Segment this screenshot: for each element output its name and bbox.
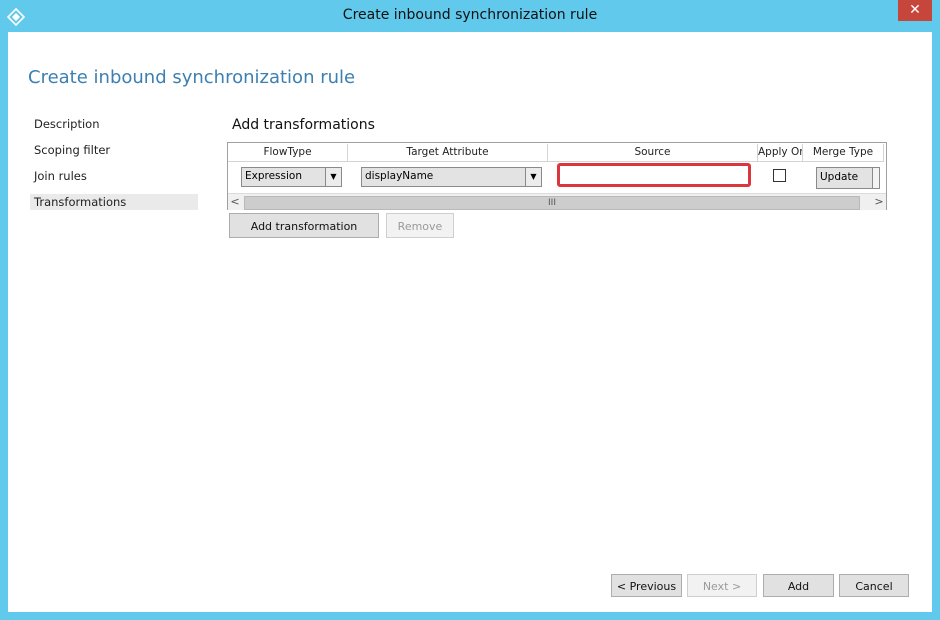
nav-item-description[interactable]: Description — [30, 116, 198, 132]
flowtype-dropdown[interactable]: Expression ▼ — [241, 167, 342, 187]
next-button[interactable]: Next > — [687, 574, 757, 597]
chevron-down-icon[interactable]: ▼ — [525, 168, 541, 186]
close-button[interactable]: ✕ — [898, 0, 932, 21]
column-header-merge-type[interactable]: Merge Type — [803, 144, 884, 162]
target-attribute-value: displayName — [365, 170, 434, 182]
scroll-left-icon[interactable]: < — [228, 194, 242, 210]
window-frame-right — [932, 32, 940, 620]
transformations-grid: FlowType Target Attribute Source Apply O… — [227, 142, 887, 210]
page-title: Create inbound synchronization rule — [28, 67, 356, 88]
horizontal-scrollbar[interactable]: < III > — [228, 193, 886, 210]
title-bar: Create inbound synchronization rule ✕ — [0, 0, 940, 32]
remove-button[interactable]: Remove — [386, 213, 454, 238]
source-input[interactable] — [557, 163, 751, 187]
add-button[interactable]: Add — [763, 574, 834, 597]
column-header-apply-once[interactable]: Apply Once — [758, 144, 803, 162]
merge-type-dropdown-edge — [872, 168, 879, 188]
flowtype-value: Expression — [245, 170, 302, 182]
column-header-flowtype[interactable]: FlowType — [228, 144, 348, 162]
column-header-source[interactable]: Source — [548, 144, 758, 162]
window-frame-left — [0, 32, 8, 620]
section-title: Add transformations — [232, 117, 375, 133]
nav-item-join-rules[interactable]: Join rules — [30, 168, 198, 184]
chevron-down-icon[interactable]: ▼ — [325, 168, 341, 186]
window-title: Create inbound synchronization rule — [342, 7, 598, 23]
merge-type-dropdown[interactable]: Update — [816, 167, 880, 189]
close-icon: ✕ — [909, 2, 921, 18]
scroll-right-icon[interactable]: > — [872, 194, 886, 210]
previous-button[interactable]: < Previous — [611, 574, 682, 597]
window-frame-bottom — [0, 612, 940, 620]
cancel-button[interactable]: Cancel — [839, 574, 909, 597]
nav-item-scoping-filter[interactable]: Scoping filter — [30, 142, 198, 158]
apply-once-checkbox[interactable] — [773, 169, 786, 182]
merge-type-value: Update — [820, 171, 859, 183]
column-header-target-attribute[interactable]: Target Attribute — [348, 144, 548, 162]
add-transformation-button[interactable]: Add transformation — [229, 213, 379, 238]
scrollbar-thumb[interactable]: III — [244, 196, 860, 210]
nav-item-transformations[interactable]: Transformations — [30, 194, 198, 210]
target-attribute-dropdown[interactable]: displayName ▼ — [361, 167, 542, 187]
